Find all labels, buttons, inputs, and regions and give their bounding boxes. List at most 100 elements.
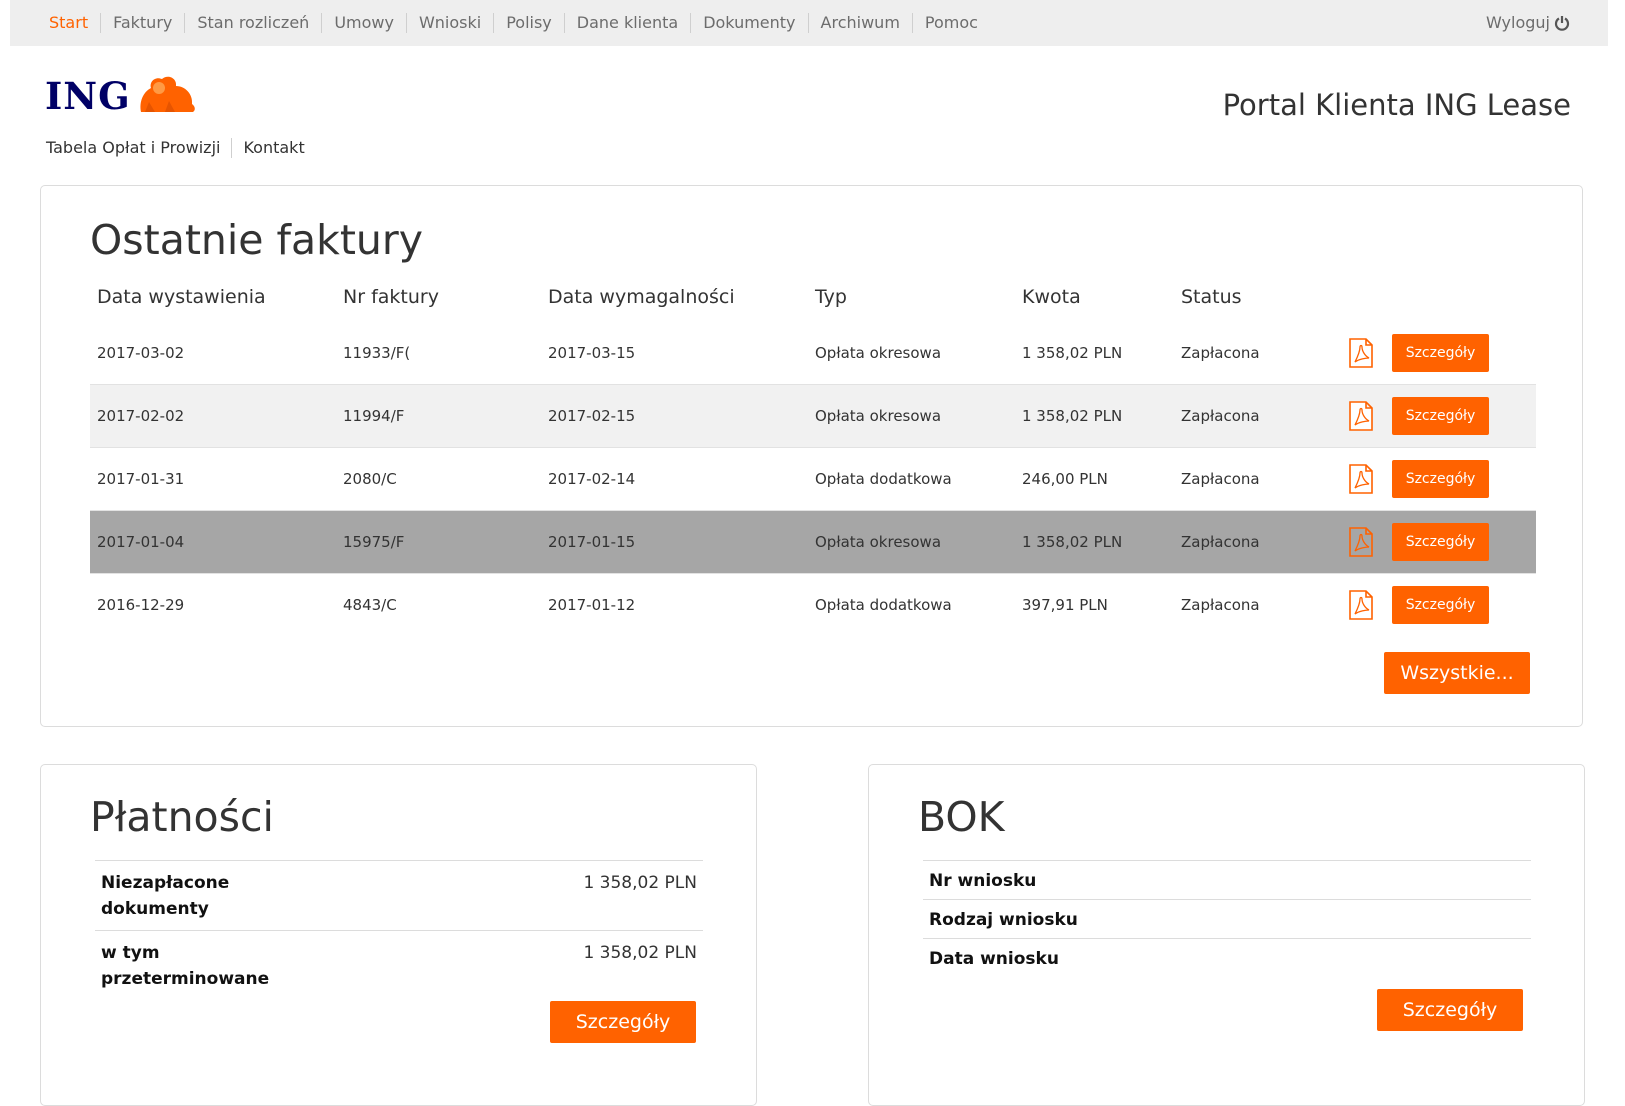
show-all-button[interactable]: Wszystkie... <box>1384 652 1530 694</box>
table-row: Niezapłacone dokumenty 1 358,02 PLN <box>95 860 703 931</box>
invoice-number: 11933/F( <box>336 322 541 385</box>
table-row: 2017-03-02 11933/F( 2017-03-15 Opłata ok… <box>90 322 1536 385</box>
invoice-number: 2080/C <box>336 447 541 511</box>
payments-panel: Płatności Niezapłacone dokumenty 1 358,0… <box>40 764 757 1106</box>
details-button[interactable]: Szczegóły <box>1392 523 1489 561</box>
issue-date: 2017-02-02 <box>90 384 336 448</box>
nav-item-pomoc[interactable]: Pomoc <box>911 13 990 33</box>
fee-table-link[interactable]: Tabela Opłat i Prowizji <box>46 138 231 158</box>
invoice-type: Opłata dodatkowa <box>808 447 1015 511</box>
invoice-type: Opłata okresowa <box>808 322 1015 385</box>
logout-link[interactable]: Wyloguj <box>1486 13 1570 32</box>
table-row: 2017-02-02 11994/F 2017-02-15 Opłata okr… <box>90 384 1536 448</box>
invoice-status: Zapłacona <box>1181 596 1260 614</box>
panel-title: Ostatnie faktury <box>90 216 424 264</box>
invoice-amount: 246,00 PLN <box>1015 447 1174 511</box>
pdf-cell <box>1330 447 1385 511</box>
details-cell: Szczegóły <box>1385 447 1536 511</box>
ing-logo[interactable]: ING <box>45 74 199 118</box>
bok-panel: BOK Nr wniosku Rodzaj wniosku Data wnios… <box>868 764 1585 1106</box>
panel-title: BOK <box>918 793 1005 841</box>
due-date: 2017-03-15 <box>541 322 808 385</box>
column-header: Data wystawienia <box>97 286 266 308</box>
top-navigation-bar: Start Faktury Stan rozliczeń Umowy Wnios… <box>10 0 1608 46</box>
pdf-cell <box>1330 510 1385 574</box>
issue-date: 2016-12-29 <box>97 596 185 614</box>
bok-details-button[interactable]: Szczegóły <box>1377 989 1523 1031</box>
overdue-label: w tym przeterminowane <box>95 930 307 1000</box>
column-header-empty <box>1385 286 1536 322</box>
details-button[interactable]: Szczegóły <box>1392 397 1489 435</box>
power-icon <box>1554 15 1570 31</box>
invoice-type: Opłata okresowa <box>808 384 1015 448</box>
nav-item-stan-rozliczen[interactable]: Stan rozliczeń <box>184 13 321 33</box>
issue-date: 2017-03-02 <box>90 322 336 385</box>
issue-date: 2017-01-04 <box>90 510 336 574</box>
invoice-amount: 1 358,02 PLN <box>1015 322 1174 385</box>
pdf-cell <box>1330 384 1385 448</box>
table-row: 2016-12-29 4843/C 2017-01-12 Opłata doda… <box>90 574 1536 637</box>
invoices-table: Data wystawienia Nr faktury Data wymagal… <box>90 286 1536 636</box>
table-row-hovered: 2017-01-04 15975/F 2017-01-15 Opłata okr… <box>90 510 1536 574</box>
invoice-status: Zapłacona <box>1174 447 1330 511</box>
details-button[interactable]: Szczegóły <box>1392 460 1489 498</box>
invoice-amount: 397,91 PLN <box>1022 596 1108 614</box>
column-header: Kwota <box>1022 286 1081 308</box>
nav-item-dane-klienta[interactable]: Dane klienta <box>563 13 690 33</box>
request-date-label: Data wniosku <box>923 938 1531 977</box>
table-row: Rodzaj wniosku <box>923 899 1531 939</box>
request-type-label: Rodzaj wniosku <box>923 899 1531 939</box>
pdf-icon[interactable] <box>1348 401 1374 431</box>
details-cell: Szczegóły <box>1385 322 1536 385</box>
overdue-value: 1 358,02 PLN <box>307 930 703 1000</box>
pdf-icon[interactable] <box>1348 590 1374 620</box>
details-button[interactable]: Szczegóły <box>1392 586 1489 624</box>
invoice-amount: 1 358,02 PLN <box>1015 384 1174 448</box>
invoice-status: Zapłacona <box>1174 510 1330 574</box>
bok-table: Nr wniosku Rodzaj wniosku Data wniosku <box>923 860 1531 977</box>
invoice-number: 11994/F <box>336 384 541 448</box>
nav-item-umowy[interactable]: Umowy <box>321 13 406 33</box>
pdf-icon[interactable] <box>1348 338 1374 368</box>
invoice-type: Opłata okresowa <box>808 510 1015 574</box>
details-cell: Szczegóły <box>1385 510 1536 574</box>
due-date: 2017-01-12 <box>548 596 636 614</box>
pdf-icon[interactable] <box>1348 464 1374 494</box>
details-cell: Szczegóły <box>1385 384 1536 448</box>
lion-icon <box>140 76 195 112</box>
details-button[interactable]: Szczegóły <box>1392 334 1489 372</box>
details-cell: Szczegóły <box>1385 574 1536 637</box>
table-row: w tym przeterminowane 1 358,02 PLN <box>95 930 703 1000</box>
issue-date: 2017-01-31 <box>90 447 336 511</box>
contact-link[interactable]: Kontakt <box>231 138 315 158</box>
logout-label: Wyloguj <box>1486 13 1550 32</box>
nav-item-archiwum[interactable]: Archiwum <box>807 13 912 33</box>
invoice-number: 4843/C <box>343 596 397 614</box>
payments-table: Niezapłacone dokumenty 1 358,02 PLN w ty… <box>95 860 703 1000</box>
nav-item-start[interactable]: Start <box>49 13 100 33</box>
invoice-status: Zapłacona <box>1174 322 1330 385</box>
request-number-label: Nr wniosku <box>923 860 1531 900</box>
column-header-empty <box>1330 286 1385 322</box>
table-row: Data wniosku <box>923 938 1531 977</box>
invoice-status: Zapłacona <box>1174 384 1330 448</box>
nav-item-dokumenty[interactable]: Dokumenty <box>690 13 807 33</box>
nav-item-polisy[interactable]: Polisy <box>493 13 564 33</box>
pdf-icon[interactable] <box>1348 527 1374 557</box>
panel-title: Płatności <box>90 793 274 841</box>
recent-invoices-panel: Ostatnie faktury Data wystawienia Nr fak… <box>40 185 1583 727</box>
payments-details-button[interactable]: Szczegóły <box>550 1001 696 1043</box>
invoice-number: 15975/F <box>336 510 541 574</box>
main-nav: Start Faktury Stan rozliczeń Umowy Wnios… <box>49 13 990 33</box>
nav-item-faktury[interactable]: Faktury <box>100 13 184 33</box>
invoice-amount: 1 358,02 PLN <box>1015 510 1174 574</box>
table-row: 2017-01-31 2080/C 2017-02-14 Opłata doda… <box>90 447 1536 511</box>
pdf-cell <box>1330 322 1385 385</box>
column-header: Data wymagalności <box>548 286 735 308</box>
table-row: Nr wniosku <box>923 860 1531 900</box>
invoice-type: Opłata dodatkowa <box>815 596 952 614</box>
unpaid-value: 1 358,02 PLN <box>307 860 703 931</box>
nav-item-wnioski[interactable]: Wnioski <box>405 13 493 33</box>
due-date: 2017-02-14 <box>541 447 808 511</box>
due-date: 2017-01-15 <box>541 510 808 574</box>
